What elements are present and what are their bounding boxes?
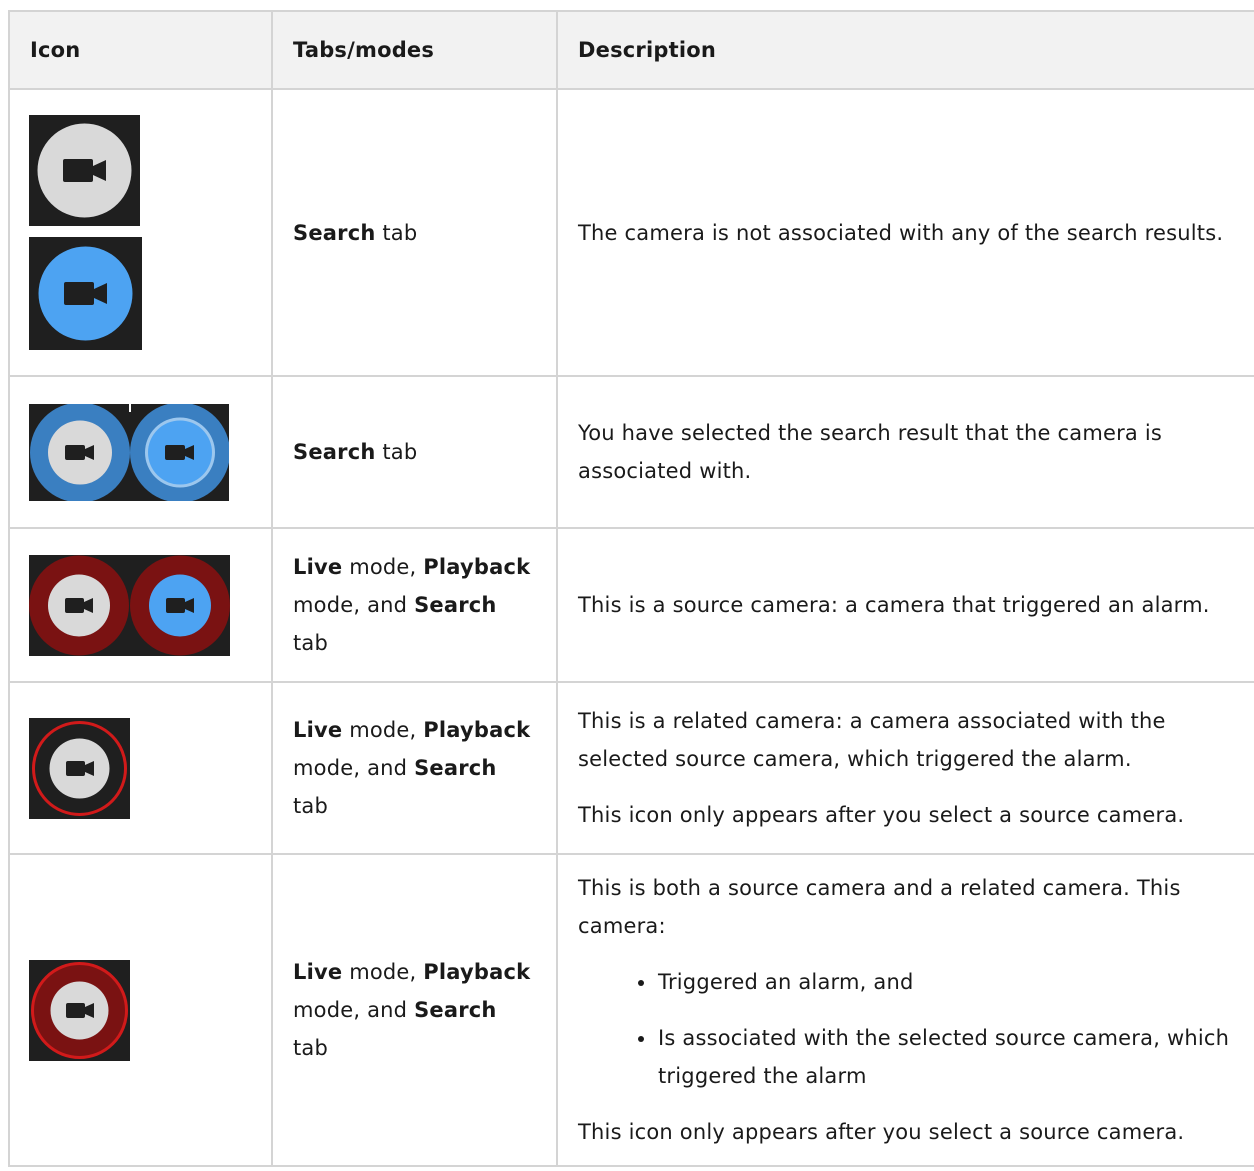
camera-gray-icon [29, 115, 140, 226]
mode-text: tab [375, 220, 418, 245]
list-item: Is associated with the selected source c… [638, 1019, 1248, 1095]
mode-playback: Playback [423, 960, 531, 984]
mode-text: mode, [342, 718, 424, 742]
header-icon: Icon [8, 10, 273, 90]
icon-cell [8, 88, 273, 377]
mode-search: Search [293, 440, 376, 464]
icon-legend-table: Icon Tabs/modes Description Search tab T… [8, 10, 1254, 1167]
modes-cell: Live mode, Playback mode, and Search tab [271, 527, 558, 683]
camera-gray-red-ring-outline-icon [29, 959, 130, 1061]
modes-cell: Search tab [271, 375, 558, 529]
description-text: This is a related camera: a camera assoc… [578, 709, 1166, 771]
bullet-list: Triggered an alarm, and Is associated wi… [578, 963, 1248, 1095]
description-note: This icon only appears after you select … [578, 803, 1185, 827]
camera-blue-blue-ring-icon [130, 403, 229, 501]
table-row: Live mode, Playback mode, and Search tab… [8, 681, 1254, 855]
mode-search: Search [414, 756, 497, 780]
icon-cell [8, 527, 273, 683]
description-cell: This is a source camera: a camera that t… [556, 527, 1254, 683]
description-cell: You have selected the search result that… [556, 375, 1254, 529]
camera-gray-red-outline-icon [29, 717, 130, 819]
camera-blue-red-ring-icon [130, 555, 230, 655]
camera-pair-red-ring [29, 554, 230, 656]
mode-live: Live [293, 960, 343, 984]
mode-text: mode, and [293, 756, 415, 780]
description-text: This is a source camera: a camera that t… [578, 593, 1210, 617]
icon-cell [8, 853, 273, 1167]
camera-gray-blue-ring-icon [30, 403, 130, 501]
mode-text: mode, and [293, 593, 415, 617]
mode-search: Search [293, 220, 376, 245]
mode-search: Search [414, 593, 497, 617]
description-cell: This is both a source camera and a relat… [556, 853, 1254, 1167]
mode-text: mode, [342, 555, 424, 579]
mode-text: tab [293, 631, 329, 655]
modes-cell: Search tab [271, 88, 558, 377]
description-text: This is both a source camera and a relat… [578, 876, 1181, 938]
description-text: The camera is not associated with any of… [578, 220, 1224, 245]
modes-cell: Live mode, Playback mode, and Search tab [271, 681, 558, 855]
mode-text: tab [293, 1036, 329, 1060]
table-header-row: Icon Tabs/modes Description [8, 10, 1254, 90]
table-row: Live mode, Playback mode, and Search tab… [8, 527, 1254, 683]
list-item: Triggered an alarm, and [638, 963, 1248, 1001]
mode-text: mode, [342, 960, 424, 984]
mode-text: mode, and [293, 998, 415, 1022]
camera-blue-icon [29, 237, 142, 350]
mode-text: tab [375, 440, 418, 464]
table-row: Live mode, Playback mode, and Search tab… [8, 853, 1254, 1167]
description-note: This icon only appears after you select … [578, 1120, 1185, 1144]
icon-cell [8, 375, 273, 529]
camera-pair-blue-ring [29, 403, 229, 501]
mode-live: Live [293, 555, 343, 579]
description-cell: The camera is not associated with any of… [556, 88, 1254, 377]
mode-playback: Playback [423, 555, 531, 579]
mode-live: Live [293, 718, 343, 742]
mode-playback: Playback [423, 718, 531, 742]
description-text: You have selected the search result that… [578, 421, 1163, 483]
table-row: Search tab You have selected the search … [8, 375, 1254, 529]
header-description: Description [556, 10, 1254, 90]
description-cell: This is a related camera: a camera assoc… [556, 681, 1254, 855]
icon-cell [8, 681, 273, 855]
table-row: Search tab The camera is not associated … [8, 88, 1254, 377]
mode-text: tab [293, 794, 329, 818]
camera-gray-red-ring-icon [29, 555, 129, 655]
mode-search: Search [414, 998, 497, 1022]
header-modes: Tabs/modes [271, 10, 558, 90]
modes-cell: Live mode, Playback mode, and Search tab [271, 853, 558, 1167]
